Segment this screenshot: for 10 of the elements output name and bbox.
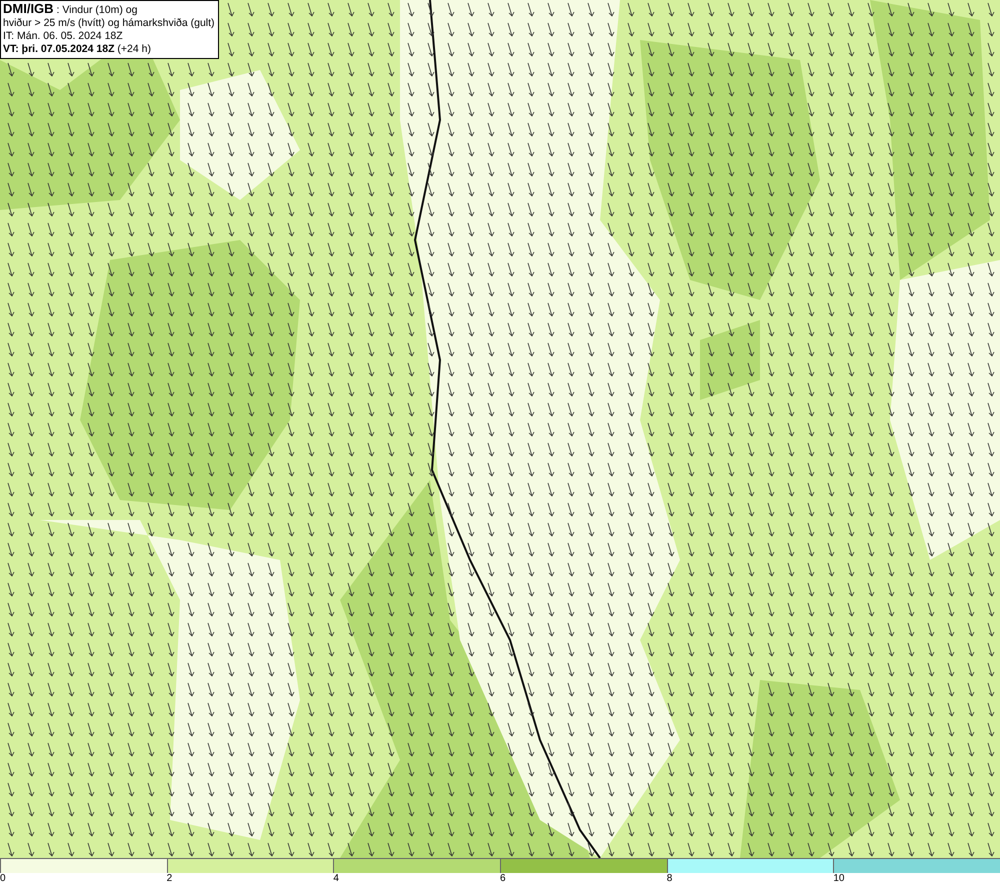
info-text: hviður > 25 m/s (hvítt) og hámarkshviða (gult) [3, 17, 215, 30]
legend-label: 0 [0, 873, 6, 885]
info-text: IT: Mán. 06. 05. 2024 18Z [3, 30, 124, 43]
legend-label: 4 [333, 873, 339, 885]
legend-label: 2 [166, 873, 172, 885]
info-text: DMI/IGB : Vindur (10m) og [3, 2, 138, 17]
legend-label: 6 [500, 873, 506, 885]
info-text: VT: þri. 07.05.2024 18Z (+24 h) [3, 43, 152, 56]
legend-label: 10 [833, 873, 844, 885]
legend-label: 8 [666, 873, 672, 885]
